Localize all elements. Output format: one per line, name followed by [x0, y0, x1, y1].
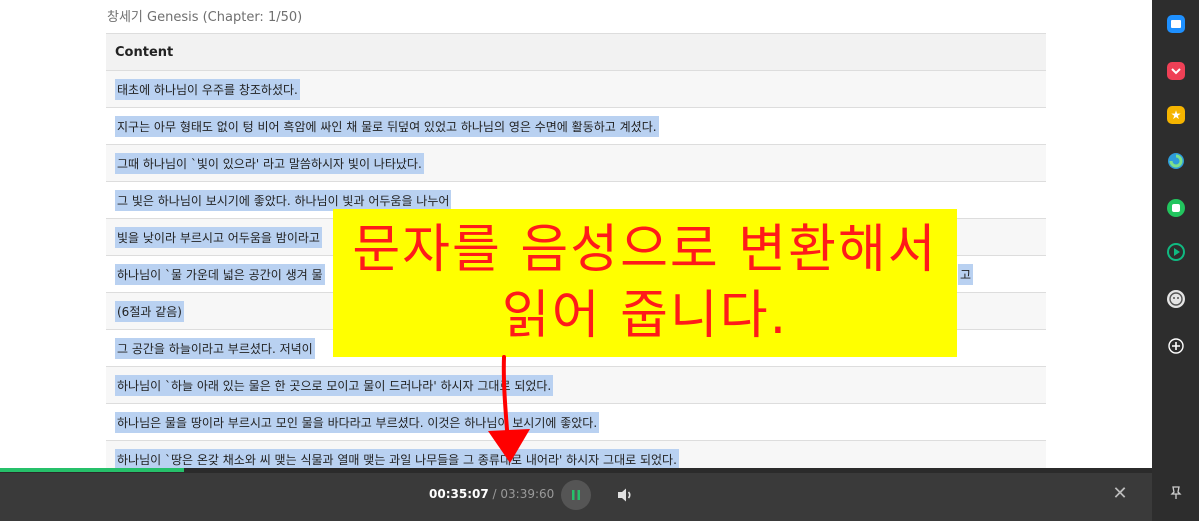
total-time: 03:39:60: [500, 487, 555, 501]
sidebar-app-edge-icon[interactable]: [1167, 152, 1185, 170]
table-header: Content: [106, 33, 1046, 70]
sidebar-app-blue-icon[interactable]: [1167, 15, 1185, 33]
sidebar-app-face-icon[interactable]: [1167, 290, 1185, 308]
tts-annotation-callout: 문자를 음성으로 변환해서 읽어 줍니다.: [333, 209, 957, 357]
sidebar-app-pocket-icon[interactable]: [1167, 62, 1185, 80]
reader-frame: 창세기 Genesis (Chapter: 1/50) Content 태초에 …: [0, 0, 1152, 521]
verse-text: 하나님이 `땅은 온갖 채소와 씨 맺는 식물과 열매 맺는 과일 나무들을 그…: [115, 448, 679, 470]
sidebar-app-green-icon[interactable]: [1167, 199, 1185, 217]
book-title: 창세기 Genesis (Chapter: 1/50): [107, 10, 303, 25]
browser-sidebar: ★: [1152, 0, 1199, 521]
table-row[interactable]: 하나님은 물을 땅이라 부르시고 모인 물을 바다라고 부르셨다. 이것은 하나…: [106, 403, 1046, 440]
column-header-content: Content: [115, 44, 174, 60]
audio-player-bar: 00:35:07 / 03:39:60 ✕: [0, 472, 1152, 521]
pause-icon: [572, 490, 580, 500]
sidebar-app-play-icon[interactable]: [1167, 243, 1185, 261]
verse-text: 지구는 아무 형태도 없이 텅 비어 흑암에 싸인 채 물로 뒤덮여 있었고 하…: [115, 115, 659, 137]
table-row[interactable]: 지구는 아무 형태도 없이 텅 비어 흑암에 싸인 채 물로 뒤덮여 있었고 하…: [106, 107, 1046, 144]
table-row[interactable]: 태초에 하나님이 우주를 창조하셨다.: [106, 70, 1046, 107]
current-time: 00:35:07: [429, 487, 489, 501]
verse-text: 그 공간을 하늘이라고 부르셨다. 저녁이: [115, 337, 315, 359]
verse-text: (6절과 같음): [115, 300, 184, 322]
time-separator: /: [488, 487, 501, 501]
pin-icon[interactable]: [1168, 485, 1184, 501]
volume-icon[interactable]: [616, 487, 634, 503]
verse-text: 하나님이 `물 가운데 넓은 공간이 생겨 물: [115, 263, 325, 285]
time-display: 00:35:07 / 03:39:60: [429, 487, 554, 501]
close-icon[interactable]: ✕: [1112, 485, 1128, 503]
table-row[interactable]: 하나님이 `하늘 아래 있는 물은 한 곳으로 모이고 물이 드러나라' 하시자…: [106, 366, 1046, 403]
verse-text: 그때 하나님이 `빛이 있으라' 라고 말씀하시자 빛이 나타났다.: [115, 152, 424, 174]
verse-text: 그 빛은 하나님이 보시기에 좋았다. 하나님이 빛과 어두움을 나누어: [115, 189, 452, 211]
callout-line-2: 읽어 줍니다.: [501, 286, 789, 346]
red-arrow-icon: [488, 355, 530, 463]
table-row[interactable]: 그때 하나님이 `빛이 있으라' 라고 말씀하시자 빛이 나타났다.: [106, 144, 1046, 181]
verse-text-tail: 고: [958, 263, 974, 285]
verse-text: 빛을 낮이라 부르시고 어두움을 밤이라고: [115, 226, 322, 248]
verse-text: 태초에 하나님이 우주를 창조하셨다.: [115, 78, 300, 100]
sidebar-add-icon[interactable]: [1167, 337, 1185, 355]
pause-button[interactable]: [561, 480, 591, 510]
sidebar-app-star-icon[interactable]: ★: [1167, 106, 1185, 124]
callout-line-1: 문자를 음성으로 변환해서: [352, 220, 938, 280]
